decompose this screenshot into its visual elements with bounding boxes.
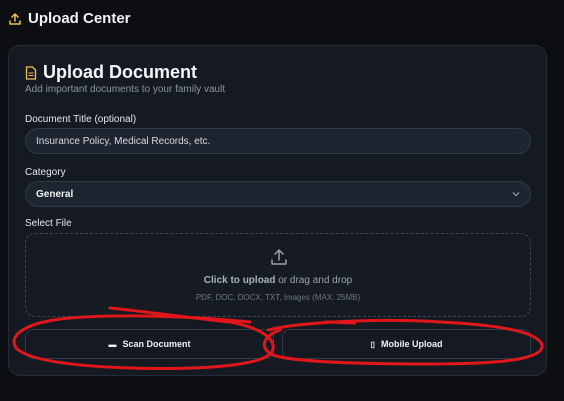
mobile-upload-button[interactable]: ▯ Mobile Upload xyxy=(282,329,531,359)
document-title-label: Document Title (optional) xyxy=(25,114,137,125)
card-title: Upload Document xyxy=(43,62,198,82)
card-header: Upload Document xyxy=(25,62,197,83)
upload-document-card: Upload Document Add important documents … xyxy=(8,45,547,376)
scan-document-label: Scan Document xyxy=(122,339,191,349)
mobile-upload-label: Mobile Upload xyxy=(380,339,443,349)
document-title-input[interactable]: Insurance Policy, Medical Records, etc. xyxy=(25,128,531,154)
click-to-upload-link[interactable]: Click to upload xyxy=(204,275,276,286)
file-types-hint: PDF, DOC, DOCX, TXT, Images (MAX. 25MB) xyxy=(195,293,361,302)
category-label: Category xyxy=(25,167,66,178)
page-header: Upload Center xyxy=(8,10,131,27)
document-title-placeholder: Insurance Policy, Medical Records, etc. xyxy=(36,135,211,147)
page-title: Upload Center xyxy=(28,10,131,27)
category-select[interactable]: General xyxy=(25,181,531,207)
file-dropzone[interactable]: Click to upload or drag and drop PDF, DO… xyxy=(25,233,531,317)
upload-icon xyxy=(271,249,287,265)
scan-document-button[interactable]: ▬ Scan Document xyxy=(25,329,274,359)
card-subtitle: Add important documents to your family v… xyxy=(25,84,226,95)
upload-icon xyxy=(9,12,21,25)
drag-drop-text: or drag and drop xyxy=(275,275,353,286)
dropzone-text: Click to upload or drag and drop xyxy=(26,275,530,286)
chevron-down-icon xyxy=(512,192,520,197)
select-file-label: Select File xyxy=(25,218,72,229)
scanner-icon: ▬ xyxy=(108,339,117,349)
category-value: General xyxy=(36,188,74,200)
document-icon xyxy=(25,65,37,80)
mobile-icon: ▯ xyxy=(370,339,375,349)
